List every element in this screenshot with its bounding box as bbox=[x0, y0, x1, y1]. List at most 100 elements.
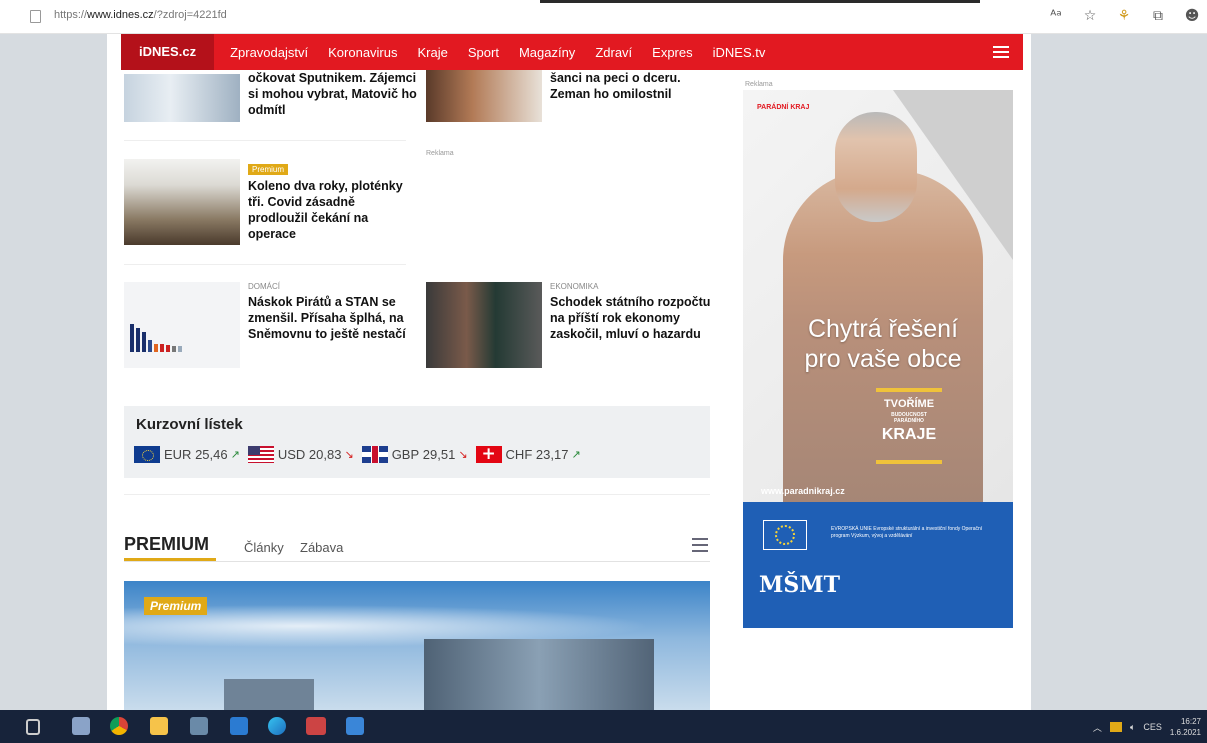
chevron-up-icon[interactable]: ︿ bbox=[1093, 721, 1102, 734]
eu-flag-icon bbox=[134, 446, 160, 463]
ad-tag: TVOŘÍME BUDOUCNOST PARÁDNÍHO KRAJE bbox=[876, 388, 942, 464]
clock[interactable]: 16:27 1.6.2021 bbox=[1170, 716, 1201, 738]
app-icon[interactable] bbox=[72, 717, 90, 735]
tab-zabava[interactable]: Zábava bbox=[300, 540, 343, 555]
article-thumbnail bbox=[124, 159, 240, 245]
clock-date: 1.6.2021 bbox=[1169, 728, 1201, 737]
system-tray: ︿ 🔈︎ CES 16:27 1.6.2021 bbox=[1093, 716, 1201, 738]
nav-item-zdravi[interactable]: Zdraví bbox=[585, 45, 642, 60]
reader-icon[interactable]: ᴬᵃ bbox=[1047, 7, 1065, 25]
ad-label: Reklama bbox=[745, 81, 773, 88]
article-card[interactable]: šanci na peci o dceru. Zeman ho omilostn… bbox=[426, 70, 726, 130]
page-icon bbox=[30, 10, 41, 23]
ad-label: Reklama bbox=[426, 150, 454, 157]
article-card[interactable]: DOMÁCÍ Náskok Pirátů a STAN se zmenšil. … bbox=[124, 282, 424, 372]
address-bar[interactable]: https://www.idnes.cz/?zdroj=4221fd bbox=[54, 9, 227, 21]
app-icon[interactable] bbox=[346, 717, 364, 735]
menu-icon[interactable] bbox=[993, 46, 1009, 58]
rate-gbp[interactable]: GBP 29,51 ↘ bbox=[361, 446, 468, 463]
tab-clanky[interactable]: Články bbox=[244, 540, 284, 555]
network-icon[interactable] bbox=[1109, 722, 1122, 732]
trend-down-icon: ↘ bbox=[344, 448, 354, 461]
browser-toolbar: https://www.idnes.cz/?zdroj=4221fd ᴬᵃ ☆ … bbox=[0, 0, 1207, 34]
advertisement[interactable]: PARÁDNÍ KRAJ Chytrá řešení pro vaše obce… bbox=[743, 90, 1013, 502]
nav-item-zpravodajstvi[interactable]: Zpravodajství bbox=[220, 45, 318, 60]
app-icon[interactable] bbox=[190, 717, 208, 735]
nav-item-magaziny[interactable]: Magazíny bbox=[509, 45, 585, 60]
nav-item-kraje[interactable]: Kraje bbox=[408, 45, 458, 60]
nav-item-sport[interactable]: Sport bbox=[458, 45, 509, 60]
nav-item-expres[interactable]: Expres bbox=[642, 45, 702, 60]
article-card[interactable]: EKONOMIKA Schodek státního rozpočtu na p… bbox=[426, 282, 726, 372]
eu-stars-icon bbox=[763, 520, 807, 550]
ad-slogan-line: pro vaše obce bbox=[804, 345, 962, 373]
rate-code: GBP bbox=[391, 447, 420, 462]
trend-down-icon: ↘ bbox=[458, 448, 468, 461]
task-view-icon[interactable] bbox=[26, 719, 40, 735]
ad-brand: PARÁDNÍ KRAJ bbox=[757, 104, 810, 111]
collections-icon[interactable]: ⧉ bbox=[1149, 7, 1167, 25]
rate-chf[interactable]: CHF 23,17 ↗ bbox=[475, 446, 581, 463]
article-headline[interactable]: Koleno dva roky, ploténky tři. Covid zás… bbox=[248, 178, 418, 242]
nav-item-koronavirus[interactable]: Koronavirus bbox=[318, 45, 407, 60]
url-path: /?zdroj=4221fd bbox=[153, 9, 227, 21]
rate-code: CHF bbox=[505, 447, 533, 462]
uk-flag-icon bbox=[361, 446, 388, 463]
premium-hero-image[interactable]: Premium bbox=[124, 581, 710, 710]
ad-tag-mid: BUDOUCNOST PARÁDNÍHO bbox=[891, 412, 927, 424]
article-headline[interactable]: očkovat Sputnikem. Zájemci si mohou vybr… bbox=[248, 70, 418, 118]
premium-title[interactable]: PREMIUM bbox=[124, 534, 209, 555]
exchange-title[interactable]: Kurzovní lístek bbox=[136, 416, 243, 433]
swiss-flag-icon bbox=[475, 446, 502, 463]
article-thumbnail bbox=[124, 282, 240, 368]
clock-time: 16:27 bbox=[1180, 717, 1201, 726]
profile-icon[interactable]: ☻ bbox=[1183, 7, 1201, 25]
photo-strip bbox=[540, 0, 980, 3]
ad-slogan: Chytrá řešení pro vaše obce bbox=[773, 314, 993, 374]
shield-icon[interactable]: ⚘ bbox=[1115, 7, 1133, 25]
rate-code: USD bbox=[277, 447, 306, 462]
webpage: iDNES.cz Zpravodajství Koronavirus Kraje… bbox=[107, 34, 1031, 710]
article-thumbnail bbox=[426, 282, 542, 368]
divider bbox=[124, 264, 406, 265]
rate-eur[interactable]: EUR 25,46 ↗ bbox=[134, 446, 240, 463]
trend-up-icon: ↗ bbox=[571, 448, 581, 461]
url-host: www.idnes.cz bbox=[87, 9, 154, 21]
rate-value: 20,83 bbox=[308, 447, 342, 462]
article-card[interactable]: Premium Koleno dva roky, ploténky tři. C… bbox=[124, 159, 424, 249]
chrome-icon[interactable] bbox=[110, 717, 128, 735]
exchange-rates-box: Kurzovní lístek EUR 25,46 ↗ USD 20,83 ↘ … bbox=[124, 406, 710, 478]
file-explorer-icon[interactable] bbox=[150, 717, 168, 735]
article-category[interactable]: EKONOMIKA bbox=[550, 282, 720, 291]
article-headline[interactable]: šanci na peci o dceru. Zeman ho omilostn… bbox=[550, 70, 720, 102]
favorite-icon[interactable]: ☆ bbox=[1081, 7, 1099, 25]
article-headline[interactable]: Náskok Pirátů a STAN se zmenšil. Přísaha… bbox=[248, 294, 418, 342]
outlook-icon[interactable] bbox=[230, 717, 248, 735]
rate-usd[interactable]: USD 20,83 ↘ bbox=[247, 446, 354, 463]
rate-value: 29,51 bbox=[422, 447, 456, 462]
article-thumbnail bbox=[426, 70, 542, 122]
url-prefix: https:// bbox=[54, 9, 88, 21]
filter-icon[interactable] bbox=[692, 538, 708, 552]
language-indicator[interactable]: CES bbox=[1143, 722, 1162, 732]
article-card[interactable]: očkovat Sputnikem. Zájemci si mohou vybr… bbox=[124, 70, 424, 160]
app-icon[interactable] bbox=[306, 717, 326, 735]
rate-code: EUR bbox=[164, 447, 192, 462]
article-thumbnail bbox=[124, 74, 240, 122]
volume-icon[interactable]: 🔈︎ bbox=[1130, 722, 1135, 733]
edge-icon[interactable] bbox=[268, 717, 286, 735]
divider bbox=[124, 494, 710, 495]
main-navigation: iDNES.cz Zpravodajství Koronavirus Kraje… bbox=[121, 34, 1023, 70]
windows-taskbar: ︿ 🔈︎ CES 16:27 1.6.2021 bbox=[0, 710, 1207, 743]
divider bbox=[124, 140, 406, 141]
ad-eu-banner[interactable]: EVROPSKÁ UNIE Evropské strukturální a in… bbox=[743, 502, 1013, 628]
site-logo[interactable]: iDNES.cz bbox=[121, 34, 215, 70]
article-category[interactable]: DOMÁCÍ bbox=[248, 282, 418, 291]
ad-tag-top: TVOŘÍME bbox=[883, 398, 935, 410]
premium-section-header: PREMIUM Články Zábava bbox=[124, 532, 710, 562]
ad-tag-bottom: KRAJE bbox=[881, 426, 937, 443]
ad-slogan-line: Chytrá řešení bbox=[807, 315, 959, 343]
msmt-logo: MŠMT bbox=[759, 572, 840, 598]
nav-item-idnes-tv[interactable]: iDNES.tv bbox=[703, 45, 776, 60]
article-headline[interactable]: Schodek státního rozpočtu na příští rok … bbox=[550, 294, 720, 342]
